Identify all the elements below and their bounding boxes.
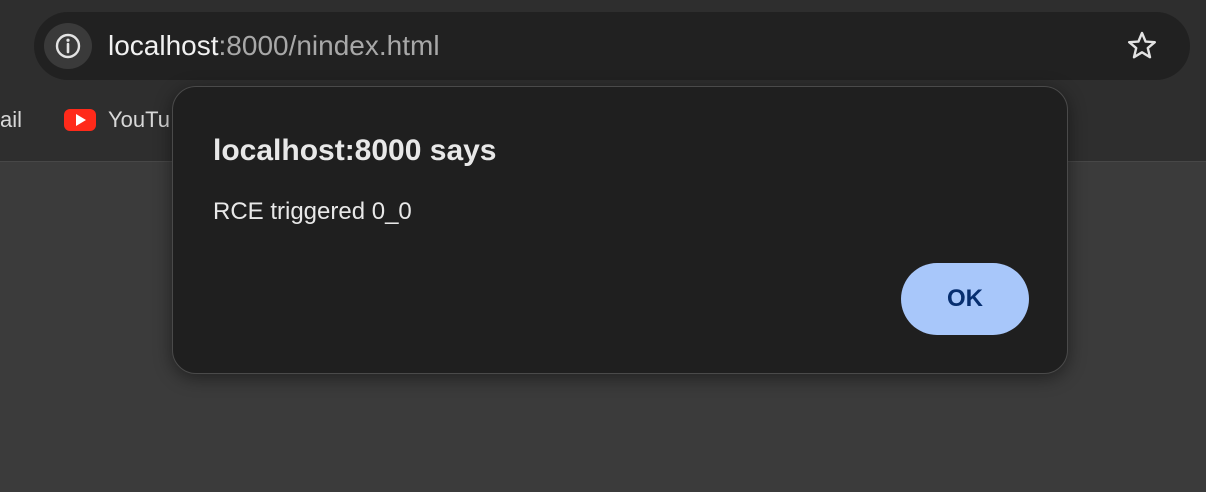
site-info-button[interactable] [44,23,92,69]
dialog-title: localhost:8000 says [213,134,497,167]
info-icon [55,33,81,59]
dialog-message: RCE triggered 0_0 [213,198,412,225]
ok-button[interactable]: OK [901,263,1029,335]
bookmark-youtube[interactable]: YouTu [64,104,170,136]
url-host: localhost [108,30,219,61]
url-text[interactable]: localhost:8000/nindex.html [108,29,440,63]
bookmark-gmail-label: ail [0,107,23,132]
alert-dialog: localhost:8000 says RCE triggered 0_0 OK [172,86,1068,374]
bookmark-youtube-label: YouTu [108,107,170,132]
bookmark-star-button[interactable] [1124,28,1160,64]
url-path: :8000/nindex.html [218,30,440,61]
star-icon [1128,31,1156,59]
youtube-icon [64,109,96,131]
bookmark-gmail[interactable]: ail [0,104,22,136]
